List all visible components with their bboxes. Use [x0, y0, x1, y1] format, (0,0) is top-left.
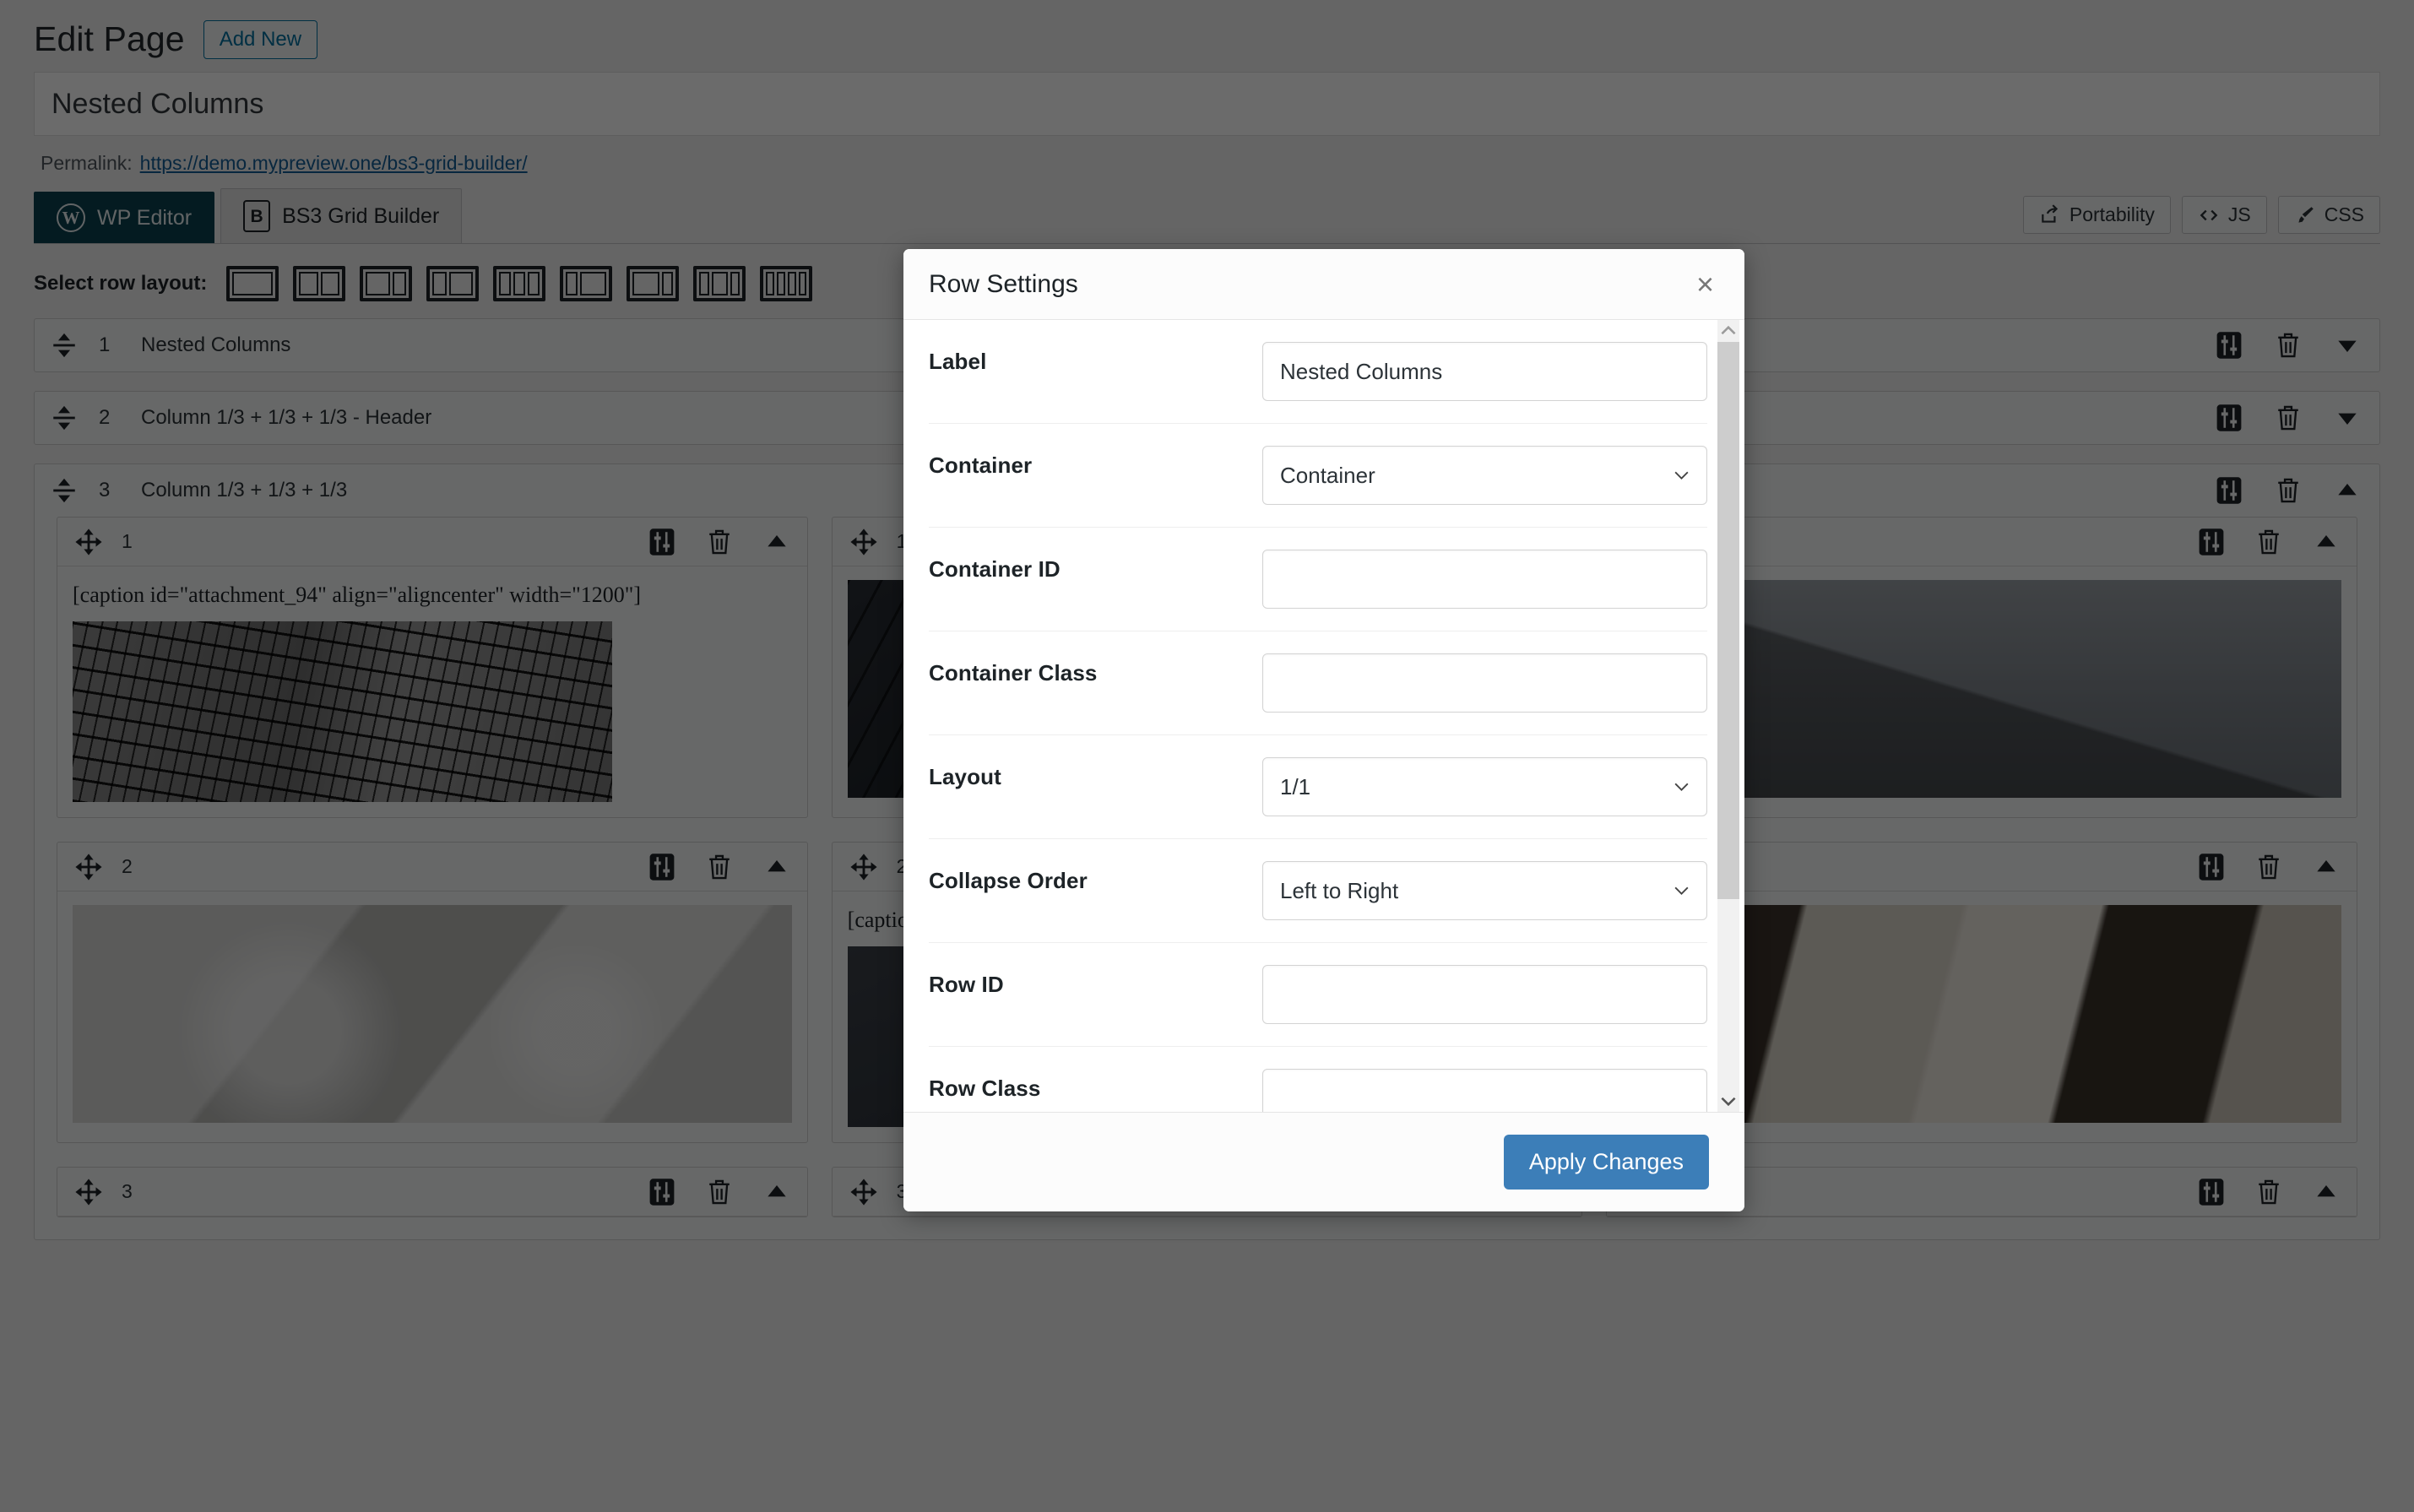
label-input[interactable]: Nested Columns — [1262, 342, 1707, 401]
field-label-text: Layout — [929, 764, 1001, 789]
chevron-down-icon — [1674, 886, 1689, 895]
collapse-order-select[interactable]: Left to Right — [1262, 861, 1707, 920]
layout-select-value: 1/1 — [1280, 773, 1311, 799]
field-control: Container — [1262, 446, 1707, 505]
row-id-input[interactable] — [1262, 965, 1707, 1024]
modal-header: Row Settings × — [903, 249, 1744, 320]
scrollbar-thumb[interactable] — [1717, 342, 1739, 899]
close-icon[interactable]: × — [1693, 268, 1717, 300]
field-container: Container Container — [929, 424, 1707, 528]
field-row-id: Row ID — [929, 943, 1707, 1047]
field-control — [1262, 1069, 1707, 1112]
container-select-value: Container — [1280, 462, 1375, 488]
row-settings-modal: Row Settings × Label Nested Columns Cont… — [903, 249, 1744, 1211]
field-label-text: Container Class — [929, 660, 1098, 686]
field-collapse-order: Collapse Order Left to Right — [929, 839, 1707, 943]
modal-overlay[interactable]: Row Settings × Label Nested Columns Cont… — [0, 0, 2414, 1512]
field-control: Nested Columns — [1262, 342, 1707, 401]
field-container-class: Container Class — [929, 631, 1707, 735]
field-layout: Layout 1/1 — [929, 735, 1707, 839]
container-id-input[interactable] — [1262, 550, 1707, 609]
chevron-down-icon — [1674, 471, 1689, 480]
scroll-down-icon[interactable] — [1717, 1090, 1739, 1112]
modal-scrollbar[interactable] — [1717, 320, 1739, 1112]
field-control — [1262, 965, 1707, 1024]
field-container-id: Container ID — [929, 528, 1707, 631]
container-class-input[interactable] — [1262, 653, 1707, 713]
apply-changes-button[interactable]: Apply Changes — [1503, 1135, 1709, 1190]
layout-select[interactable]: 1/1 — [1262, 757, 1707, 816]
field-label: Label Nested Columns — [929, 320, 1707, 424]
field-label-text: Row ID — [929, 972, 1004, 997]
modal-footer: Apply Changes — [903, 1112, 1744, 1211]
row-class-input[interactable] — [1262, 1069, 1707, 1112]
container-select[interactable]: Container — [1262, 446, 1707, 505]
field-label-text: Container — [929, 453, 1033, 478]
modal-body: Label Nested Columns Container Container… — [903, 320, 1744, 1112]
field-control — [1262, 550, 1707, 609]
collapse-order-select-value: Left to Right — [1280, 877, 1399, 903]
field-control: Left to Right — [1262, 861, 1707, 920]
modal-title: Row Settings — [929, 269, 1078, 298]
field-control: 1/1 — [1262, 757, 1707, 816]
scroll-up-icon[interactable] — [1717, 320, 1739, 342]
field-label-text: Row Class — [929, 1076, 1041, 1101]
field-label-text: Collapse Order — [929, 868, 1088, 893]
chevron-down-icon — [1674, 783, 1689, 791]
field-label-text: Label — [929, 349, 987, 374]
field-control — [1262, 653, 1707, 713]
field-label-text: Container ID — [929, 556, 1061, 582]
field-row-class: Row Class — [929, 1047, 1707, 1112]
